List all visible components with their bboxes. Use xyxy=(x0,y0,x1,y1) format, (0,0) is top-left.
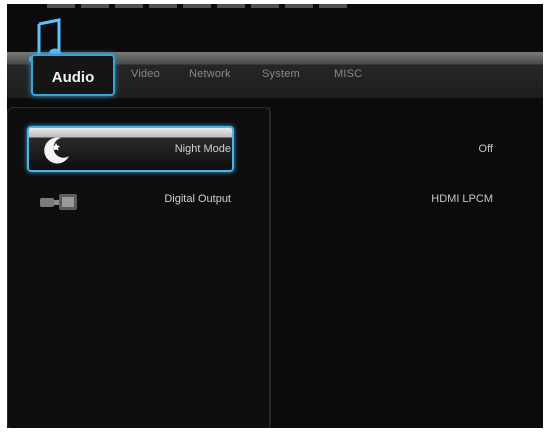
tab-system[interactable]: System xyxy=(262,68,300,80)
panel-divider xyxy=(269,107,270,428)
digital-output-value: HDMI LPCM xyxy=(431,193,493,205)
top-decoration xyxy=(47,4,347,8)
digital-output-label: Digital Output xyxy=(164,193,231,205)
digital-output-icon xyxy=(40,194,77,210)
tab-misc[interactable]: MISC xyxy=(334,68,362,80)
tab-audio[interactable]: Audio xyxy=(31,54,115,96)
night-mode-label: Night Mode xyxy=(174,143,231,155)
night-mode-value: Off xyxy=(478,143,493,155)
settings-screen: Audio Video Network System MISC Night Mo… xyxy=(7,4,543,428)
tab-audio-label: Audio xyxy=(51,69,95,86)
moon-icon xyxy=(44,137,69,164)
tab-video[interactable]: Video xyxy=(131,68,160,80)
tab-network[interactable]: Network xyxy=(189,68,231,80)
